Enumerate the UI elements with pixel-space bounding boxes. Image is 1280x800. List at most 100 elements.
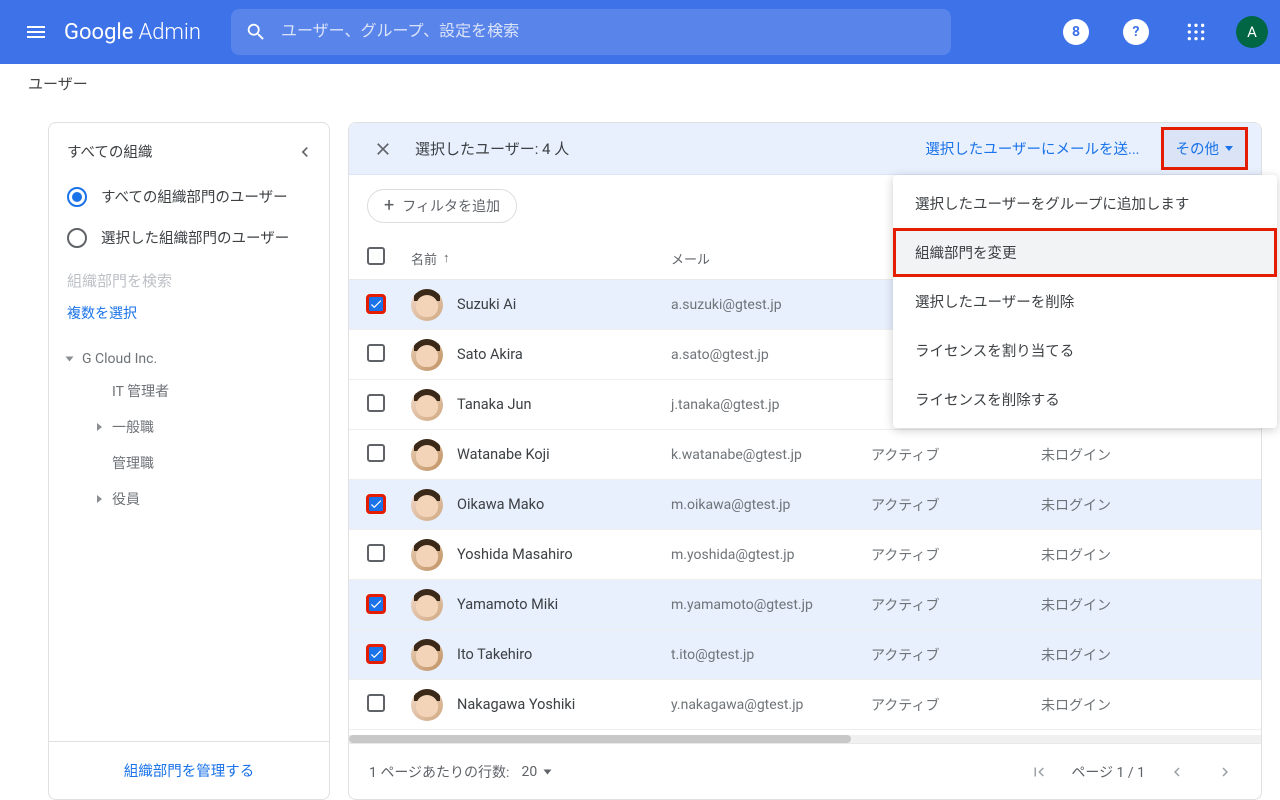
app-header: Google Admin 8 ? A (0, 0, 1280, 64)
sidebar-title: すべての組織 (67, 141, 152, 162)
chevron-left-icon[interactable] (295, 142, 315, 162)
first-page-button[interactable] (1023, 756, 1055, 788)
select-all-checkbox[interactable] (367, 247, 385, 265)
org-tree-root[interactable]: G Cloud Inc. (67, 345, 329, 373)
sort-arrow-icon: ↑ (443, 250, 450, 266)
user-login: 未ログイン (1041, 645, 1243, 665)
user-avatar[interactable]: A (1236, 16, 1268, 48)
horizontal-scrollbar[interactable] (349, 735, 1261, 743)
org-name: 役員 (112, 489, 140, 509)
email-selected-button[interactable]: 選択したユーザーにメールを送... (925, 138, 1139, 159)
user-status: アクティブ (871, 545, 1041, 565)
sidebar-header[interactable]: すべての組織 (49, 123, 329, 176)
user-email: y.nakagawa@gtest.jp (671, 697, 871, 713)
radio-selected-org[interactable]: 選択した組織部門のユーザー (49, 217, 329, 258)
add-filter-button[interactable]: + フィルタを追加 (367, 189, 517, 223)
row-checkbox[interactable] (367, 444, 385, 462)
user-login: 未ログイン (1041, 545, 1243, 565)
user-name: Ito Takehiro (457, 646, 532, 663)
radio-all-orgs[interactable]: すべての組織部門のユーザー (49, 176, 329, 217)
table-row[interactable]: Yamamoto Mikim.yamamoto@gtest.jpアクティブ未ログ… (349, 580, 1261, 630)
user-login: 未ログイン (1041, 445, 1243, 465)
user-email: m.yamamoto@gtest.jp (671, 597, 871, 613)
user-name: Tanaka Jun (457, 396, 531, 413)
user-status: アクティブ (871, 645, 1041, 665)
radio-icon (67, 187, 87, 207)
user-name: Nakagawa Yoshiki (457, 696, 575, 713)
row-checkbox[interactable] (367, 495, 385, 513)
logo-text: Google (64, 20, 133, 45)
pagination-bar: 1 ページあたりの行数: 20 ページ 1 / 1 (349, 743, 1261, 799)
help-icon[interactable]: ? (1116, 12, 1156, 52)
column-name[interactable]: 名前↑ (411, 249, 671, 268)
close-icon[interactable] (363, 129, 403, 169)
user-email: j.tanaka@gtest.jp (671, 397, 871, 413)
column-email[interactable]: メール (671, 249, 871, 268)
user-email: k.watanabe@gtest.jp (671, 447, 871, 463)
user-email: a.suzuki@gtest.jp (671, 297, 871, 313)
menu-icon[interactable] (12, 8, 60, 56)
org-tree-item[interactable]: 管理職 (67, 445, 329, 481)
table-row[interactable]: Oikawa Makom.oikawa@gtest.jpアクティブ未ログイン (349, 480, 1261, 530)
row-checkbox[interactable] (367, 295, 385, 313)
rows-per-page-select[interactable]: 20 (521, 764, 550, 780)
chevron-down-icon (544, 769, 552, 774)
dropdown-item[interactable]: 選択したユーザーを削除 (893, 277, 1277, 326)
row-checkbox[interactable] (367, 394, 385, 412)
dropdown-item[interactable]: ライセンスを割り当てる (893, 326, 1277, 375)
user-avatar (411, 689, 443, 721)
table-row[interactable]: Ito Takehirot.ito@gtest.jpアクティブ未ログイン (349, 630, 1261, 680)
table-row[interactable]: Watanabe Koji k.watanabe@gtest.jpアクティブ未ログ… (349, 430, 1261, 480)
multi-select-link[interactable]: 複数を選択 (49, 295, 329, 331)
other-label: その他 (1176, 138, 1220, 159)
logo[interactable]: Google Admin (64, 20, 201, 45)
search-input[interactable] (281, 23, 937, 41)
org-name: 一般職 (112, 417, 154, 437)
radio-icon (67, 228, 87, 248)
search-icon (245, 21, 267, 43)
dropdown-item[interactable]: 組織部門を変更 (893, 228, 1277, 277)
user-email: m.oikawa@gtest.jp (671, 497, 871, 513)
plus-icon: + (384, 197, 394, 215)
org-sidebar: すべての組織 すべての組織部門のユーザー 選択した組織部門のユーザー 組織部門を… (48, 122, 330, 800)
org-tree-item[interactable]: 一般職 (67, 409, 329, 445)
row-checkbox[interactable] (367, 595, 385, 613)
user-name: Watanabe Koji (457, 446, 550, 463)
row-checkbox[interactable] (367, 544, 385, 562)
breadcrumb: ユーザー (0, 64, 1280, 104)
row-checkbox[interactable] (367, 645, 385, 663)
user-name: Oikawa Mako (457, 496, 544, 513)
filter-label: フィルタを追加 (402, 196, 500, 216)
user-avatar (411, 639, 443, 671)
selection-count: 選択したユーザー: 4 人 (415, 138, 569, 159)
org-tree-item[interactable]: IT 管理者 (67, 373, 329, 409)
radio-label: 選択した組織部門のユーザー (101, 227, 289, 248)
chevron-down-icon (66, 357, 74, 362)
table-row[interactable]: Nakagawa Yoshikiy.nakagawa@gtest.jpアクティブ… (349, 680, 1261, 730)
page-indicator: ページ 1 / 1 (1071, 762, 1145, 782)
table-row[interactable]: Yoshida Masahirom.yoshida@gtest.jpアクティブ未… (349, 530, 1261, 580)
user-login: 未ログイン (1041, 595, 1243, 615)
row-checkbox[interactable] (367, 344, 385, 362)
main-panel: 選択したユーザー: 4 人 選択したユーザーにメールを送... その他 選択した… (348, 122, 1262, 800)
row-checkbox[interactable] (367, 694, 385, 712)
user-avatar (411, 439, 443, 471)
account-info-icon[interactable]: 8 (1056, 12, 1096, 52)
org-tree-item[interactable]: 役員 (67, 481, 329, 517)
prev-page-button[interactable] (1161, 756, 1193, 788)
user-status: アクティブ (871, 445, 1041, 465)
next-page-button[interactable] (1209, 756, 1241, 788)
user-avatar (411, 339, 443, 371)
user-status: アクティブ (871, 495, 1041, 515)
manage-orgs-link[interactable]: 組織部門を管理する (49, 741, 329, 799)
user-avatar (411, 589, 443, 621)
dropdown-item[interactable]: ライセンスを削除する (893, 375, 1277, 424)
user-avatar (411, 489, 443, 521)
chevron-right-icon (97, 495, 102, 503)
dropdown-item[interactable]: 選択したユーザーをグループに追加します (893, 179, 1277, 228)
org-search-input[interactable]: 組織部門を検索 (49, 258, 329, 295)
other-dropdown-button[interactable]: その他 (1162, 128, 1248, 169)
search-box[interactable] (231, 9, 951, 55)
user-name: Yoshida Masahiro (457, 546, 573, 563)
apps-icon[interactable] (1176, 12, 1216, 52)
